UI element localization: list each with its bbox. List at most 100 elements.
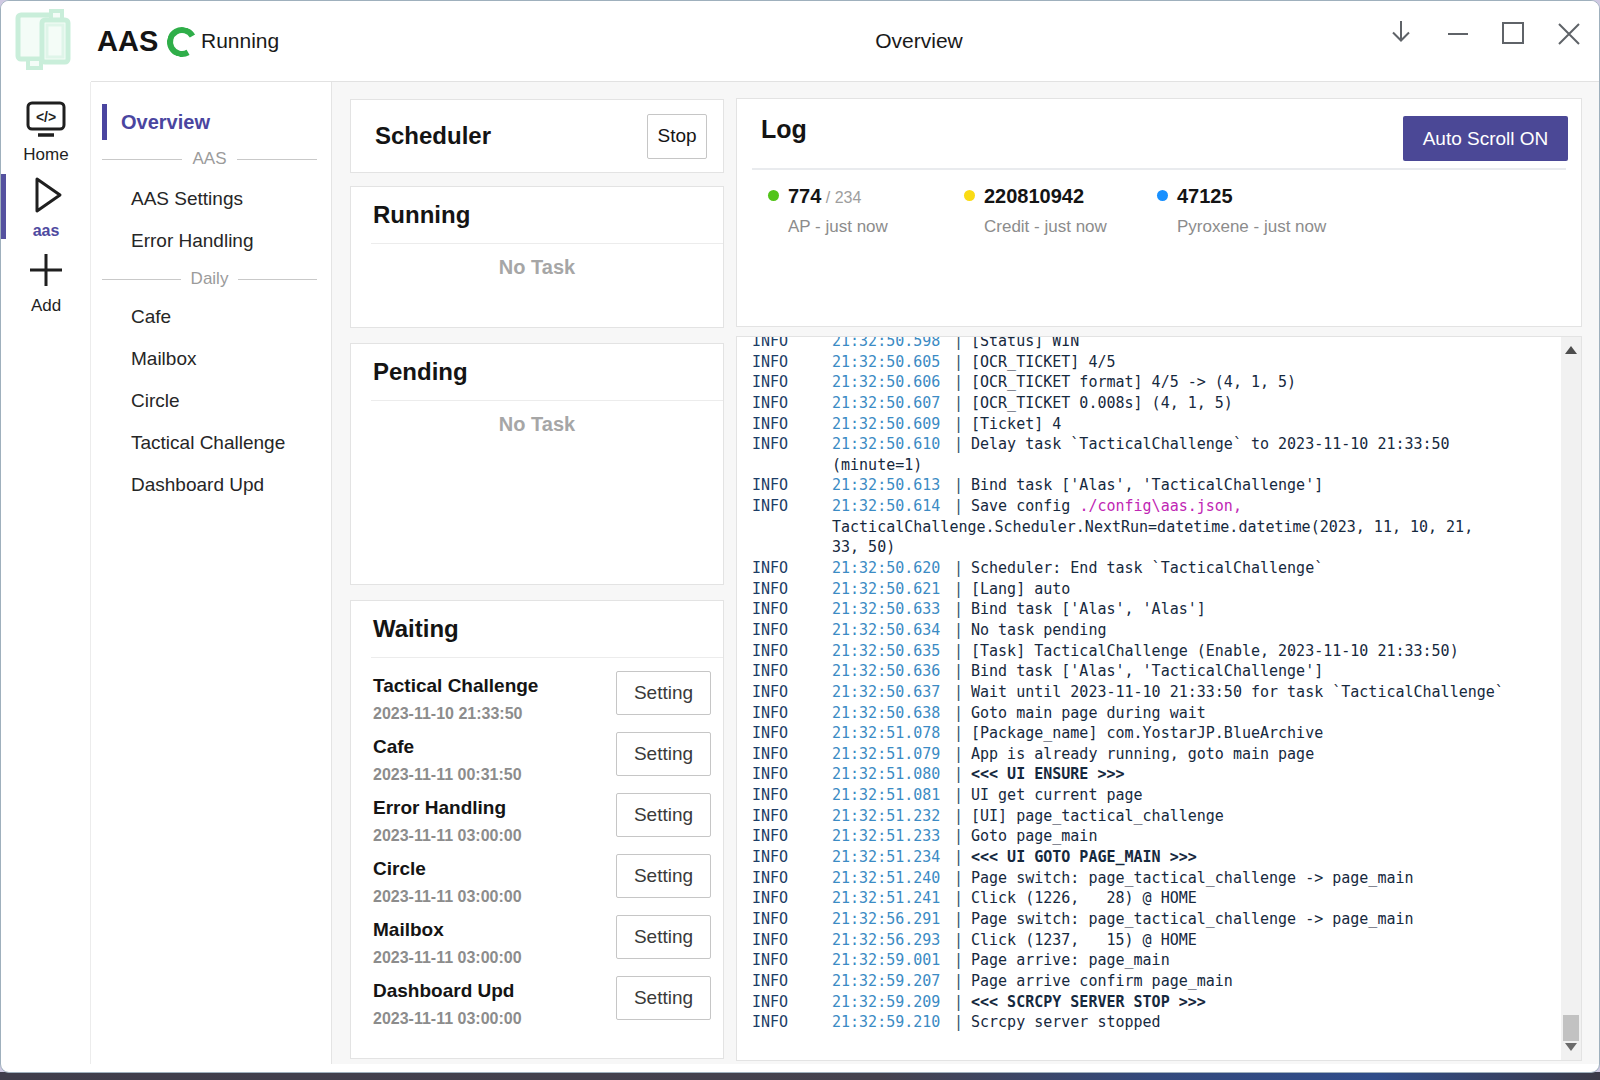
task-setting-button[interactable]: Setting [616, 915, 711, 959]
log-message: [Lang] auto [971, 579, 1070, 600]
minimize-button[interactable] [1444, 19, 1472, 47]
log-timestamp: 21:32:51.078 [832, 723, 954, 744]
log-message: 33, 50) [832, 537, 895, 558]
pending-title: Pending [373, 358, 723, 386]
plus-icon [25, 250, 67, 290]
nav-section-divider: Daily [92, 262, 331, 296]
task-setting-button[interactable]: Setting [616, 793, 711, 837]
page-title: Overview [875, 29, 963, 53]
log-output-area: INFO21:32:50.598|[Status] WININFO21:32:5… [736, 336, 1582, 1061]
nav-item-overview[interactable]: Overview [92, 104, 331, 140]
log-level: INFO [752, 992, 832, 1013]
log-timestamp: 21:32:50.614 [832, 496, 954, 517]
scrollbar-down-arrow-icon[interactable] [1565, 1043, 1577, 1051]
nav-item-tactical-challenge[interactable]: Tactical Challenge [92, 422, 331, 464]
log-message: [Ticket] 4 [971, 414, 1061, 435]
nav-item-circle[interactable]: Circle [92, 380, 331, 422]
log-line: INFO21:32:59.210|Scrcpy server stopped [752, 1012, 1543, 1033]
log-timestamp: 21:32:50.609 [832, 414, 954, 435]
nav-overview-label: Overview [121, 111, 210, 134]
log-line: INFO21:32:51.234|<<< UI GOTO PAGE_MAIN >… [752, 847, 1543, 868]
log-level: INFO [752, 496, 832, 517]
log-message: [OCR_TICKET] 4/5 [971, 352, 1116, 373]
log-line: INFO21:32:51.232|[UI] page_tactical_chal… [752, 806, 1543, 827]
log-timestamp: 21:32:51.081 [832, 785, 954, 806]
waiting-task-row: Cafe2023-11-11 00:31:50Setting [351, 729, 723, 790]
log-timestamp: 21:32:50.637 [832, 682, 954, 703]
running-title: Running [373, 201, 723, 229]
rail-item-aas[interactable]: aas [1, 174, 91, 240]
nav-item-dashboard-upd[interactable]: Dashboard Upd [92, 464, 331, 506]
log-line: INFO21:32:51.233|Goto page_main [752, 826, 1543, 847]
close-button[interactable] [1555, 19, 1583, 47]
log-level: INFO [752, 620, 832, 641]
log-timestamp: 21:32:50.613 [832, 475, 954, 496]
log-level [752, 455, 832, 476]
stat-value: 47125 [1177, 185, 1326, 208]
log-message: <<< UI ENSURE >>> [971, 764, 1125, 785]
waiting-task-row: Error Handling2023-11-11 03:00:00Setting [351, 790, 723, 851]
stat-value: 774 / 234 [788, 185, 888, 208]
task-setting-button[interactable]: Setting [616, 671, 711, 715]
log-timestamp: 21:32:51.232 [832, 806, 954, 827]
nav-section-divider: AAS [92, 140, 331, 178]
scrollbar-up-arrow-icon[interactable] [1565, 346, 1577, 354]
waiting-task-row: Tactical Challenge2023-11-10 21:33:50Set… [351, 668, 723, 729]
stat-label: AP - just now [788, 217, 888, 237]
task-setting-button[interactable]: Setting [616, 854, 711, 898]
log-timestamp: 21:32:59.209 [832, 992, 954, 1013]
log-line: 33, 50) [752, 537, 1543, 558]
maximize-button[interactable] [1499, 19, 1527, 47]
nav-item-cafe[interactable]: Cafe [92, 296, 331, 338]
log-timestamp: 21:32:51.234 [832, 847, 954, 868]
log-timestamp: 21:32:50.636 [832, 661, 954, 682]
log-line: INFO21:32:50.621|[Lang] auto [752, 579, 1543, 600]
log-level: INFO [752, 868, 832, 889]
nav-item-mailbox[interactable]: Mailbox [92, 338, 331, 380]
log-message: TacticalChallenge.Scheduler.NextRun=date… [832, 517, 1473, 538]
download-arrow-button[interactable] [1387, 19, 1415, 47]
log-level: INFO [752, 1012, 832, 1033]
log-timestamp: 21:32:50.635 [832, 641, 954, 662]
log-scrollbar[interactable] [1561, 337, 1581, 1060]
pending-empty-text: No Task [351, 413, 723, 436]
log-line: INFO21:32:50.609|[Ticket] 4 [752, 414, 1543, 435]
scheduler-card: Scheduler Stop [350, 99, 724, 173]
stat-value: 220810942 [984, 185, 1107, 208]
autoscroll-toggle-button[interactable]: Auto Scroll ON [1403, 116, 1568, 161]
titlebar: AAS Running Overview [1, 1, 1599, 81]
log-message: Goto main page during wait [971, 703, 1206, 724]
log-timestamp: 21:32:59.210 [832, 1012, 954, 1033]
task-setting-button[interactable]: Setting [616, 976, 711, 1020]
stop-button[interactable]: Stop [647, 114, 707, 159]
log-message: Wait until 2023-11-10 21:33:50 for task … [971, 682, 1504, 703]
log-timestamp: 21:32:50.638 [832, 703, 954, 724]
home-code-icon: </> [23, 99, 69, 139]
log-line: INFO21:32:50.635|[Task] TacticalChalleng… [752, 641, 1543, 662]
log-message: <<< UI GOTO PAGE_MAIN >>> [971, 847, 1197, 868]
waiting-divider [371, 657, 723, 658]
log-message: Scrcpy server stopped [971, 1012, 1161, 1033]
log-message: Click (1226, 28) @ HOME [971, 888, 1197, 909]
svg-text:</>: </> [36, 109, 56, 125]
log-message: Save config ./config\aas.json, [971, 496, 1242, 517]
log-line: INFO21:32:51.081|UI get current page [752, 785, 1543, 806]
rail-item-home[interactable]: </> Home [1, 99, 91, 165]
stat-dot-icon [1157, 190, 1168, 201]
task-setting-button[interactable]: Setting [616, 732, 711, 776]
log-line: INFO21:32:50.607|[OCR_TICKET 0.008s] (4,… [752, 393, 1543, 414]
waiting-title: Waiting [373, 615, 723, 643]
log-stat: 774 / 234 AP - just now [768, 185, 888, 237]
log-message: Page switch: page_tactical_challenge -> … [971, 868, 1414, 889]
scrollbar-thumb[interactable] [1563, 1015, 1579, 1041]
log-message: Bind task ['Alas', 'TacticalChallenge'] [971, 475, 1323, 496]
log-message: Scheduler: End task `TacticalChallenge` [971, 558, 1323, 579]
log-divider [752, 168, 1566, 170]
log-level: INFO [752, 682, 832, 703]
log-level: INFO [752, 971, 832, 992]
log-message: [UI] page_tactical_challenge [971, 806, 1224, 827]
log-timestamp: 21:32:59.001 [832, 950, 954, 971]
nav-item-error-handling[interactable]: Error Handling [92, 220, 331, 262]
nav-item-aas-settings[interactable]: AAS Settings [92, 178, 331, 220]
rail-item-add[interactable]: Add [1, 250, 91, 316]
